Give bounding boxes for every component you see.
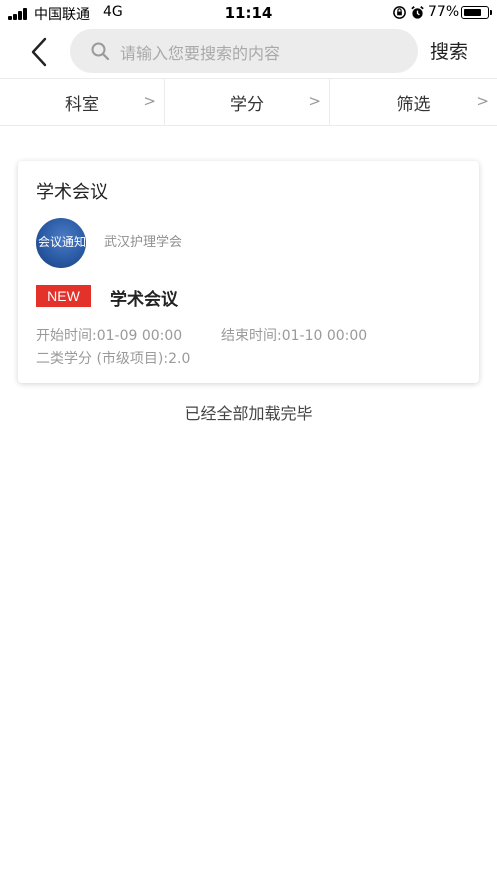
- back-button[interactable]: [24, 34, 54, 70]
- rotation-lock-icon: [393, 6, 406, 19]
- new-badge: NEW: [36, 285, 91, 307]
- filter-department[interactable]: 科室 >: [0, 79, 165, 125]
- chevron-right-icon: >: [476, 92, 489, 110]
- filter-label: 学分: [230, 95, 264, 115]
- load-complete-text: 已经全部加载完毕: [184, 404, 313, 423]
- filter-bar: 科室 > 学分 > 筛选 >: [0, 78, 497, 126]
- event-title: 学术会议: [110, 290, 178, 310]
- organizer-avatar: 会议通知: [36, 218, 86, 268]
- battery-icon: [461, 6, 489, 19]
- filter-label: 筛选: [396, 95, 431, 115]
- avatar-text: 会议通知: [37, 235, 86, 249]
- battery-level: [463, 8, 481, 16]
- chevron-right-icon: >: [143, 92, 156, 110]
- organizer-name: 武汉护理学会: [104, 235, 183, 250]
- credit-info: 二类学分 (市级项目):2.0: [36, 351, 191, 367]
- search-input[interactable]: 请输入您要搜索的内容: [70, 29, 418, 73]
- status-bar: 中国联通 4G 11:14 77%: [0, 0, 497, 26]
- event-card[interactable]: 学术会议 会议通知 武汉护理学会 NEW 学术会议 开始时间:01-09 00:…: [18, 161, 479, 383]
- battery-tip: [490, 10, 492, 15]
- chevron-left-icon: [31, 37, 47, 67]
- search-header: 请输入您要搜索的内容 搜索: [0, 26, 497, 78]
- search-button[interactable]: 搜索: [430, 37, 468, 64]
- search-placeholder: 请输入您要搜索的内容: [120, 44, 281, 63]
- alarm-icon: [411, 6, 424, 19]
- end-time: 结束时间:01-10 00:00: [221, 328, 368, 344]
- battery-percent: 77%: [428, 4, 460, 20]
- start-time: 开始时间:01-09 00:00: [36, 328, 183, 344]
- filter-more[interactable]: 筛选 >: [330, 79, 497, 125]
- card-category-title: 学术会议: [36, 182, 108, 203]
- filter-label: 科室: [65, 95, 99, 115]
- search-icon: [91, 42, 110, 61]
- filter-credit[interactable]: 学分 >: [165, 79, 330, 125]
- chevron-right-icon: >: [308, 92, 321, 110]
